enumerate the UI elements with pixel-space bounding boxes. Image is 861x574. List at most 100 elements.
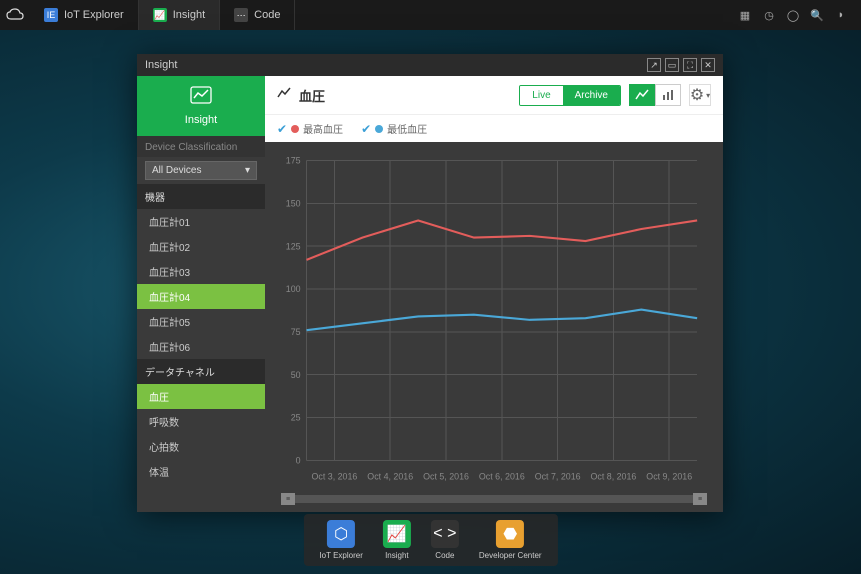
chart-type-line-button[interactable] xyxy=(629,84,655,106)
topbar-actions: ▦ ◷ ◯ 🔍 ◗ xyxy=(737,7,861,23)
sidebar-insight-banner[interactable]: Insight xyxy=(137,76,265,136)
channel-item[interactable]: 体温 xyxy=(137,459,265,484)
content: 血圧 Live Archive ⚙ ▾ ✔最高 xyxy=(265,76,723,512)
content-title: 血圧 xyxy=(299,86,511,105)
legend-bar: ✔ 最高血圧 ✔ 最低血圧 xyxy=(265,114,723,142)
bell-icon[interactable]: ◗ xyxy=(833,7,849,23)
tab-icon: 📈 xyxy=(153,8,167,22)
channel-item[interactable]: 血圧 xyxy=(137,384,265,409)
device-select-value: All Devices xyxy=(152,165,201,176)
sidebar-insight-label: Insight xyxy=(185,114,217,126)
svg-text:75: 75 xyxy=(291,327,301,337)
dock-label: Code xyxy=(435,551,454,560)
circle-icon[interactable]: ◯ xyxy=(785,7,801,23)
dock-icon: < > xyxy=(431,520,459,548)
legend-item[interactable]: ✔ 最高血圧 xyxy=(277,121,343,136)
slider-track[interactable]: ≡ ≡ xyxy=(281,495,707,503)
topbar-tab-iot-explorer[interactable]: IE IoT Explorer xyxy=(30,0,139,30)
grid-icon[interactable]: ▦ xyxy=(737,7,753,23)
legend-label: 最高血圧 xyxy=(303,121,343,136)
svg-text:Oct 6, 2016: Oct 6, 2016 xyxy=(479,471,525,481)
svg-text:Oct 9, 2016: Oct 9, 2016 xyxy=(646,471,692,481)
dock-icon: ⬣ xyxy=(496,520,524,548)
chart-type-toggle xyxy=(629,84,681,106)
device-item[interactable]: 血圧計01 xyxy=(137,209,265,234)
slider-handle-right[interactable]: ≡ xyxy=(693,493,707,505)
topbar-tab-code[interactable]: ⋯ Code xyxy=(220,0,295,30)
svg-text:Oct 3, 2016: Oct 3, 2016 xyxy=(312,471,358,481)
topbar: IE IoT Explorer 📈 Insight ⋯ Code ▦ ◷ ◯ 🔍 ◗ xyxy=(0,0,861,30)
svg-text:Oct 7, 2016: Oct 7, 2016 xyxy=(535,471,581,481)
device-item[interactable]: 血圧計04 xyxy=(137,284,265,309)
legend-color-dot xyxy=(291,125,299,133)
tab-label: Code xyxy=(254,9,280,21)
channel-item[interactable]: 心拍数 xyxy=(137,434,265,459)
devices-header: 機器 xyxy=(137,184,265,209)
search-icon[interactable]: 🔍 xyxy=(809,7,825,23)
chart-title-icon xyxy=(277,86,291,104)
slider-handle-left[interactable]: ≡ xyxy=(281,493,295,505)
device-classification-label: Device Classification xyxy=(137,136,265,157)
channel-list: 血圧呼吸数心拍数体温 xyxy=(137,384,265,484)
window-maximize-icon[interactable]: ⛶ xyxy=(683,58,697,72)
legend-label: 最低血圧 xyxy=(387,121,427,136)
svg-text:25: 25 xyxy=(291,412,301,422)
channels-header: データチャネル xyxy=(137,359,265,384)
svg-text:100: 100 xyxy=(286,284,301,294)
tab-icon: IE xyxy=(44,8,58,22)
svg-text:125: 125 xyxy=(286,241,301,251)
svg-text:Oct 8, 2016: Oct 8, 2016 xyxy=(591,471,637,481)
topbar-tab-insight[interactable]: 📈 Insight xyxy=(139,0,220,30)
window-popout-icon[interactable]: ↗ xyxy=(647,58,661,72)
dock-icon: 📈 xyxy=(383,520,411,548)
content-header: 血圧 Live Archive ⚙ ▾ xyxy=(265,76,723,114)
insight-window: Insight ↗ ▭ ⛶ ✕ Insight Device Classific… xyxy=(137,54,723,512)
clock-icon[interactable]: ◷ xyxy=(761,7,777,23)
cloud-logo-icon xyxy=(0,8,30,22)
device-item[interactable]: 血圧計05 xyxy=(137,309,265,334)
tab-label: IoT Explorer xyxy=(64,9,124,21)
device-list: 血圧計01血圧計02血圧計03血圧計04血圧計05血圧計06 xyxy=(137,209,265,359)
svg-text:0: 0 xyxy=(296,455,301,465)
window-close-icon[interactable]: ✕ xyxy=(701,58,715,72)
svg-text:150: 150 xyxy=(286,198,301,208)
check-icon: ✔ xyxy=(361,122,371,136)
legend-color-dot xyxy=(375,125,383,133)
device-item[interactable]: 血圧計02 xyxy=(137,234,265,259)
dock-label: Insight xyxy=(385,551,409,560)
dock-label: Developer Center xyxy=(479,551,542,560)
window-title: Insight xyxy=(145,59,177,71)
settings-button[interactable]: ⚙ ▾ xyxy=(689,84,711,106)
tab-icon: ⋯ xyxy=(234,8,248,22)
svg-text:175: 175 xyxy=(286,155,301,165)
dock-icon: ⬡ xyxy=(327,520,355,548)
mode-archive-button[interactable]: Archive xyxy=(563,86,620,105)
legend-item[interactable]: ✔ 最低血圧 xyxy=(361,121,427,136)
dock: ⬡ IoT Explorer 📈 Insight < > Code ⬣ Developer C… xyxy=(303,514,557,566)
chart-line-icon xyxy=(190,86,212,110)
chevron-down-icon: ▾ xyxy=(706,91,710,100)
tab-label: Insight xyxy=(173,9,205,21)
chevron-down-icon: ▾ xyxy=(245,165,250,176)
gear-icon: ⚙ xyxy=(690,85,704,105)
mode-live-button[interactable]: Live xyxy=(520,86,562,105)
dock-item-code[interactable]: < > Code xyxy=(431,520,459,560)
device-item[interactable]: 血圧計03 xyxy=(137,259,265,284)
svg-text:Oct 5, 2016: Oct 5, 2016 xyxy=(423,471,469,481)
dock-item-insight[interactable]: 📈 Insight xyxy=(383,520,411,560)
window-titlebar: Insight ↗ ▭ ⛶ ✕ xyxy=(137,54,723,76)
window-minimize-icon[interactable]: ▭ xyxy=(665,58,679,72)
dock-label: IoT Explorer xyxy=(319,551,362,560)
svg-text:Oct 4, 2016: Oct 4, 2016 xyxy=(367,471,413,481)
check-icon: ✔ xyxy=(277,122,287,136)
dock-item-developer-center[interactable]: ⬣ Developer Center xyxy=(479,520,542,560)
channel-item[interactable]: 呼吸数 xyxy=(137,409,265,434)
chart-type-bar-button[interactable] xyxy=(655,84,681,106)
dock-item-iot-explorer[interactable]: ⬡ IoT Explorer xyxy=(319,520,362,560)
sidebar: Insight Device Classification All Device… xyxy=(137,76,265,512)
chart-svg: 0 25 50 75 100 125 150 175 Oct 3, 2016 Oct 4, 201… xyxy=(273,152,707,490)
device-select[interactable]: All Devices ▾ xyxy=(145,161,257,180)
device-item[interactable]: 血圧計06 xyxy=(137,334,265,359)
topbar-tabs: IE IoT Explorer 📈 Insight ⋯ Code xyxy=(30,0,295,30)
svg-text:50: 50 xyxy=(291,370,301,380)
